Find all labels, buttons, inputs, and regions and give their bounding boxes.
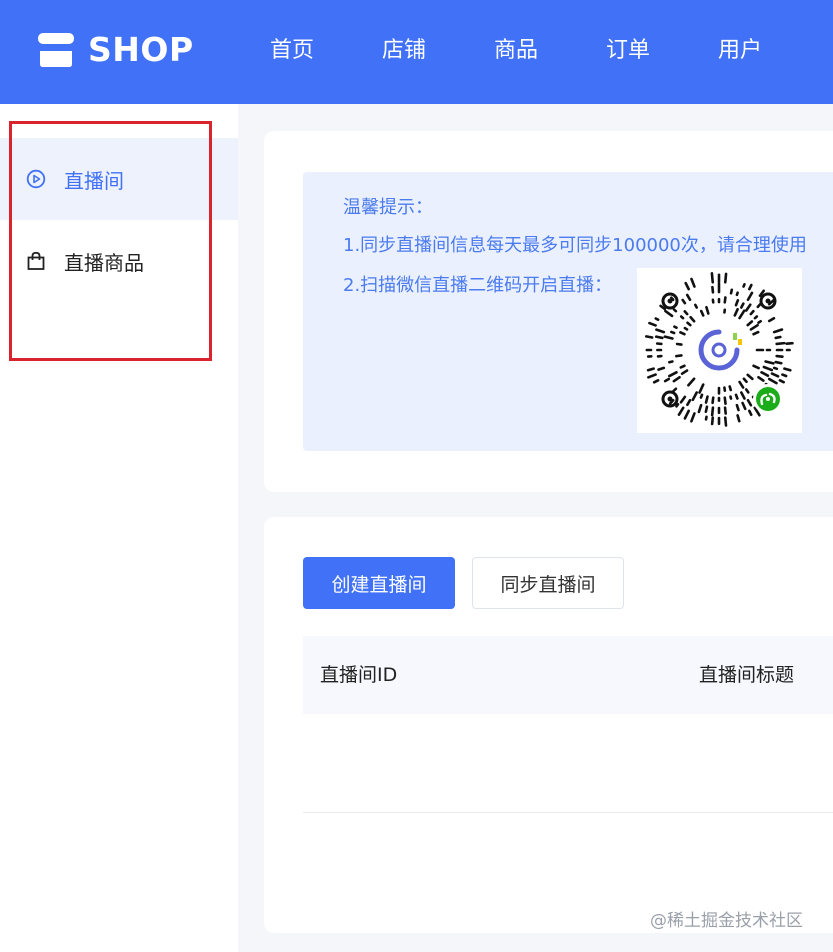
create-live-room-button[interactable]: 创建直播间 [303, 557, 455, 609]
nav-item-orders[interactable]: 订单 [606, 36, 650, 66]
qr-code-icon [644, 272, 794, 427]
sidebar-item-live-room[interactable]: 直播间 [0, 138, 238, 220]
store-icon [38, 33, 74, 67]
column-header-id: 直播间ID [320, 664, 398, 686]
nav-item-home[interactable]: 首页 [270, 36, 314, 66]
shopping-bag-icon [27, 251, 45, 270]
logo[interactable]: SHOP [36, 30, 194, 70]
tips-line-1: 1.同步直播间信息每天最多可同步100000次，请合理使用 [343, 235, 807, 256]
watermark: @稀土掘金技术社区 [650, 911, 803, 931]
nav-item-users[interactable]: 用户 [718, 36, 762, 66]
sidebar-item-label: 直播商品 [64, 250, 144, 275]
column-header-title: 直播间标题 [699, 664, 795, 686]
sidebar: 直播间 直播商品 [0, 104, 238, 952]
sync-live-room-button[interactable]: 同步直播间 [472, 557, 624, 609]
nav-item-store[interactable]: 店铺 [382, 36, 426, 66]
tips-line-2: 2.扫描微信直播二维码开启直播： [343, 275, 613, 296]
table-divider [303, 812, 833, 813]
top-navbar: SHOP 首页 店铺 商品 订单 用户 [0, 0, 833, 104]
play-circle-icon [26, 169, 46, 189]
sidebar-item-label: 直播间 [64, 168, 124, 193]
tips-title: 温馨提示： [343, 197, 433, 218]
wechat-qr-code [637, 268, 802, 433]
logo-text: SHOP [88, 30, 194, 69]
nav-item-products[interactable]: 商品 [494, 36, 538, 66]
sidebar-item-live-products[interactable]: 直播商品 [0, 220, 238, 302]
